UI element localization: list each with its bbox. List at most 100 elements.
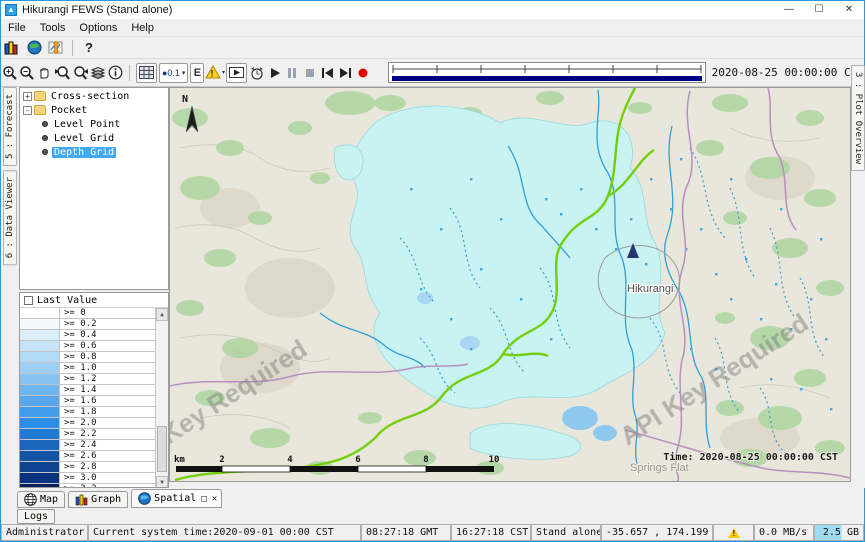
map-display-icon[interactable]: [23, 38, 45, 58]
scroll-down-arrow[interactable]: ▼: [156, 476, 168, 488]
legend-row[interactable]: >= 0.8: [20, 352, 168, 363]
legend-row[interactable]: >= 2.2: [20, 429, 168, 440]
zoom-next-icon[interactable]: [71, 63, 89, 83]
tree-item-pocket[interactable]: - Pocket: [20, 104, 168, 116]
menu-bar: File Tools Options Help: [1, 19, 864, 37]
status-memory[interactable]: 2.5 GB: [814, 524, 864, 541]
legend-row[interactable]: >= 1.6: [20, 396, 168, 407]
legend-row[interactable]: >= 0.6: [20, 341, 168, 352]
menu-tools[interactable]: Tools: [33, 21, 73, 35]
tree-item-level-point[interactable]: Level Point: [42, 118, 168, 130]
minimize-button[interactable]: —: [774, 1, 804, 19]
zoom-in-icon[interactable]: [1, 63, 19, 83]
grid-display-button[interactable]: [136, 63, 157, 83]
bottom-tab-bar: Map Graph Spatial □ ✕: [1, 488, 864, 508]
filter-tree: + Cross-section - Pocket Level Point Lev…: [19, 87, 169, 290]
legend-row[interactable]: >= 3.0: [20, 473, 168, 484]
status-warning[interactable]: [713, 524, 754, 541]
time-slider[interactable]: [388, 62, 706, 83]
tab-close-icon[interactable]: ✕: [212, 494, 217, 504]
tab-map[interactable]: Map: [17, 491, 65, 508]
menu-help[interactable]: Help: [124, 21, 161, 35]
legend-label: >= 2.0: [60, 418, 168, 428]
legend-swatch: [20, 308, 60, 318]
legend-header: Last Value: [20, 293, 168, 308]
collapse-icon[interactable]: -: [23, 106, 32, 115]
last-value-checkbox[interactable]: [24, 296, 33, 305]
tab-plot-overview[interactable]: 3 : Plot Overview: [851, 65, 865, 171]
layers-icon[interactable]: [89, 63, 107, 83]
database-display-icon[interactable]: [1, 38, 23, 58]
contour-interval-dropdown[interactable]: ●0.1 ▾: [159, 63, 188, 83]
tree-item-cross-section[interactable]: + Cross-section: [20, 90, 168, 102]
legend-row[interactable]: >= 2.6: [20, 451, 168, 462]
play-button[interactable]: [266, 63, 284, 83]
node-bullet-icon: [42, 135, 48, 141]
legend-list: >= 0 >= 0.2 >= 0.4 >= 0.6 >= 0.8 >= 1.0 …: [20, 308, 168, 488]
legend-row[interactable]: >= 1.8: [20, 407, 168, 418]
info-icon[interactable]: [107, 63, 125, 83]
record-button[interactable]: [354, 63, 372, 83]
zoom-previous-icon[interactable]: [54, 63, 72, 83]
legend-swatch: [20, 341, 60, 351]
menu-file[interactable]: File: [1, 21, 33, 35]
tab-data-viewer[interactable]: 6 : Data Viewer: [3, 170, 17, 265]
legend-row[interactable]: >= 1.4: [20, 385, 168, 396]
legend-row[interactable]: >= 0.2: [20, 319, 168, 330]
svg-text:!: !: [211, 69, 214, 79]
legend-label: >= 0.8: [60, 352, 168, 362]
legend-row[interactable]: >= 1.2: [20, 374, 168, 385]
animation-settings-icon[interactable]: [248, 63, 266, 83]
legend-toggle-button[interactable]: E: [190, 63, 204, 83]
close-button[interactable]: ✕: [834, 1, 864, 19]
last-frame-button[interactable]: [336, 63, 354, 83]
legend-row[interactable]: >= 2.0: [20, 418, 168, 429]
tab-restore-icon[interactable]: □: [201, 494, 206, 504]
legend-label: >= 1.6: [60, 396, 168, 406]
last-value-label: Last Value: [37, 295, 97, 306]
node-bullet-icon: [42, 121, 48, 127]
first-frame-button[interactable]: [319, 63, 337, 83]
animation-dialog-button[interactable]: [226, 63, 247, 83]
legend-label: >= 3.0: [60, 473, 168, 483]
legend-row[interactable]: >= 0: [20, 308, 168, 319]
tree-item-level-grid[interactable]: Level Grid: [42, 132, 168, 144]
tree-item-depth-grid[interactable]: Depth Grid: [42, 146, 168, 158]
zoom-out-icon[interactable]: [19, 63, 37, 83]
tab-graph[interactable]: Graph: [68, 491, 128, 508]
legend-label: >= 1.4: [60, 385, 168, 395]
tab-spatial[interactable]: Spatial □ ✕: [131, 489, 222, 508]
scrollbar-thumb[interactable]: [157, 426, 167, 472]
tab-forecast[interactable]: 5 : Forecast: [3, 87, 17, 166]
time-slider-progress: [392, 76, 702, 81]
legend-label: >= 0.6: [60, 341, 168, 351]
legend-row[interactable]: >= 1.0: [20, 363, 168, 374]
legend-row[interactable]: >= 0.4: [20, 330, 168, 341]
legend-row[interactable]: >= 2.8: [20, 462, 168, 473]
town-label: Hikurangi: [627, 283, 673, 295]
warning-threshold-dropdown[interactable]: !: [205, 63, 225, 83]
pause-button[interactable]: [284, 63, 302, 83]
legend-swatch: [20, 352, 60, 362]
expand-icon[interactable]: +: [23, 92, 32, 101]
legend-swatch: [20, 374, 60, 384]
tree-item-label: Level Point: [52, 119, 122, 130]
legend-row[interactable]: >= 2.4: [20, 440, 168, 451]
scroll-up-arrow[interactable]: ▲: [156, 308, 168, 321]
app-window: ▲ Hikurangi FEWS (Stand alone) — ☐ ✕ Fil…: [0, 0, 865, 542]
tree-item-label: Level Grid: [52, 133, 116, 144]
svg-text:8: 8: [423, 455, 428, 465]
right-tab-strip: 3 : Plot Overview: [851, 65, 865, 488]
legend-label: >= 2.4: [60, 440, 168, 450]
stop-button[interactable]: [301, 63, 319, 83]
timeseries-import-icon[interactable]: [45, 38, 67, 58]
logs-button[interactable]: Logs: [17, 509, 55, 524]
menu-options[interactable]: Options: [72, 21, 124, 35]
maximize-button[interactable]: ☐: [804, 1, 834, 19]
map-canvas[interactable]: API Key Required API Key Required N Hiku…: [169, 87, 851, 482]
legend-swatch: [20, 418, 60, 428]
legend-swatch: [20, 319, 60, 329]
help-button[interactable]: ?: [78, 38, 100, 58]
legend-scrollbar[interactable]: ▲ ▼: [155, 308, 168, 488]
pan-hand-icon[interactable]: [36, 63, 54, 83]
